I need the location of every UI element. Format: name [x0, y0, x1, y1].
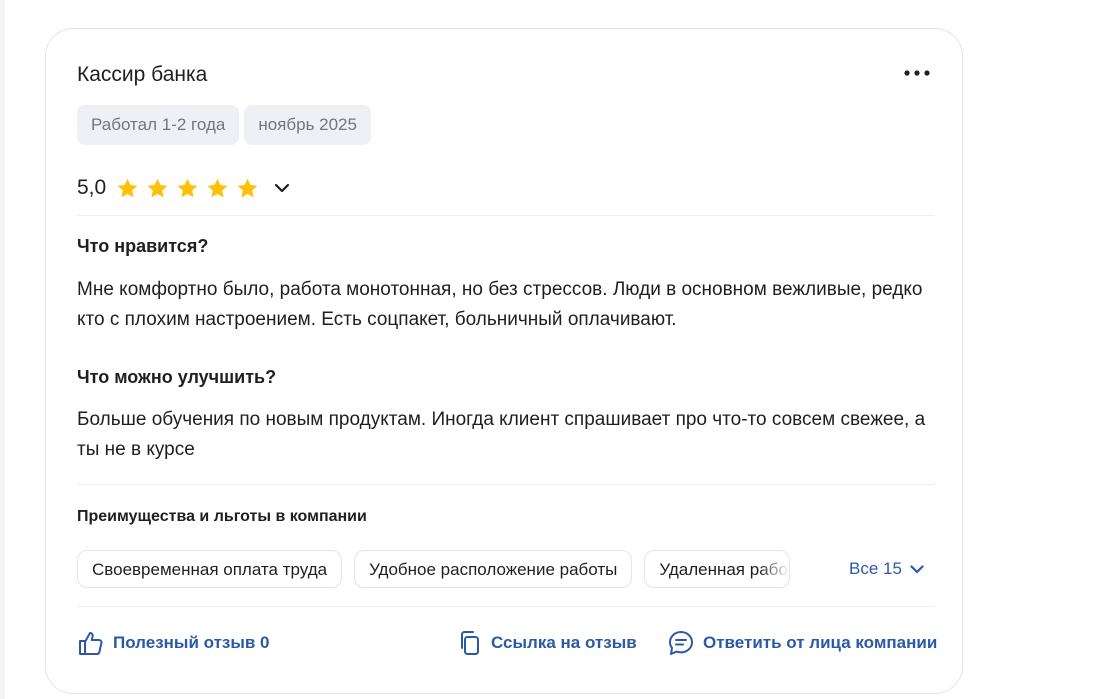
- page-left-edge: [0, 0, 5, 699]
- improve-heading: Что можно улучшить?: [77, 367, 277, 387]
- benefits-list: Своевременная оплата труда Удобное распо…: [77, 549, 937, 589]
- more-dots-icon: [904, 70, 930, 76]
- benefit-chip: Удобное расположение работы: [354, 550, 633, 588]
- thumb-up-icon: [79, 632, 103, 655]
- review-card: Кассир банка Работал 1-2 года ноябрь 202…: [45, 28, 963, 694]
- copy-link-icon: [461, 631, 479, 655]
- star-icon: [117, 178, 138, 197]
- star-icon: [147, 178, 168, 197]
- reply-as-company-label: Ответить от лица компании: [703, 633, 938, 652]
- reply-as-company-button[interactable]: Ответить от лица компании: [667, 629, 937, 657]
- chevron-down-icon: [910, 564, 924, 573]
- chevron-down-icon: [275, 183, 290, 193]
- rating-value: 5,0: [77, 176, 107, 199]
- review-link-button[interactable]: Ссылка на отзыв: [457, 629, 637, 657]
- improve-text: Больше обучения по новым продуктам. Иног…: [77, 409, 926, 460]
- review-link-label: Ссылка на отзыв: [491, 633, 637, 652]
- date-tag: ноябрь 2025: [244, 105, 371, 145]
- show-all-label: Все 15: [849, 559, 902, 578]
- show-all-benefits-button[interactable]: Все 15: [847, 549, 924, 589]
- benefit-chip: Своевременная оплата труда: [77, 550, 343, 588]
- benefits-heading: Преимущества и льготы в компании: [77, 508, 367, 525]
- likes-text: Мне комфортно было, работа монотонная, н…: [77, 279, 923, 330]
- useful-review-button[interactable]: Полезный отзыв 0: [77, 629, 270, 657]
- useful-review-label: Полезный отзыв 0: [113, 633, 270, 652]
- chat-bubble-icon: [669, 631, 693, 655]
- star-icon: [177, 178, 198, 197]
- divider: [77, 606, 934, 607]
- benefit-chip: Удаленная работа: [644, 550, 791, 588]
- star-icon: [207, 178, 228, 197]
- divider: [77, 484, 934, 485]
- more-options-button[interactable]: [901, 61, 933, 85]
- rating-details-toggle[interactable]: [272, 178, 292, 198]
- divider: [77, 215, 934, 216]
- star-icon: [237, 178, 258, 197]
- review-title: Кассир банка: [77, 63, 208, 86]
- likes-heading: Что нравится?: [77, 236, 209, 256]
- review-actions: Полезный отзыв 0 Ссылка на отзыв Ответит…: [77, 629, 937, 659]
- experience-tag: Работал 1-2 года: [77, 105, 240, 145]
- review-tags: Работал 1-2 года ноябрь 2025: [77, 105, 371, 145]
- rating-row: 5,0: [77, 172, 292, 204]
